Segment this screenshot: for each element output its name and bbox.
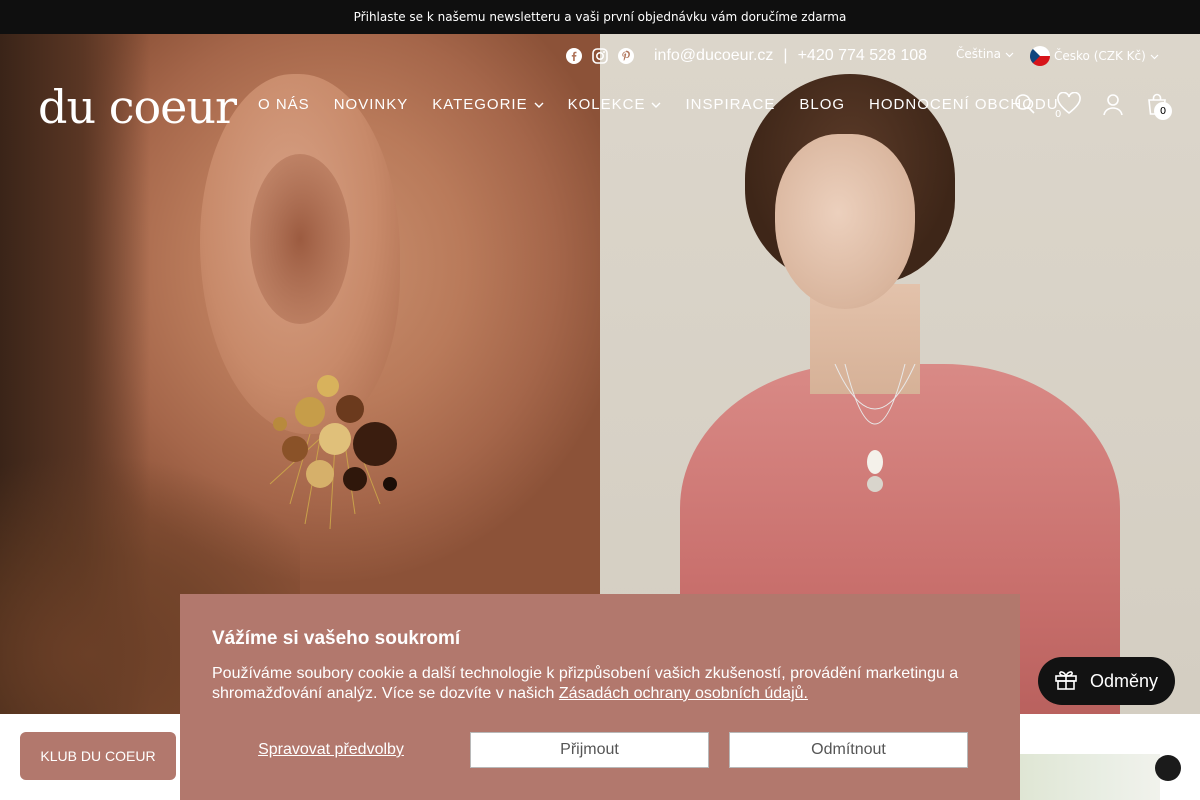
country-label: Česko (CZK Kč) <box>1054 49 1146 63</box>
cart-count: 0 <box>1154 102 1172 120</box>
nav-item-kategorie[interactable]: KATEGORIE <box>432 96 544 113</box>
contact-phone[interactable]: +420 774 528 108 <box>798 47 927 65</box>
main-navigation: O NÁS NOVINKY KATEGORIE KOLEKCE INSPIRAC… <box>258 96 1059 113</box>
nav-item-novinky[interactable]: NOVINKY <box>334 96 409 113</box>
instagram-icon[interactable] <box>592 48 608 64</box>
country-selector[interactable]: Česko (CZK Kč) <box>1030 46 1159 66</box>
announcement-text: Přihlaste se k našemu newsletteru a vaši… <box>353 10 847 24</box>
product-thumbnail <box>1020 754 1160 800</box>
chevron-down-icon <box>1150 49 1159 63</box>
reject-button[interactable]: Odmítnout <box>729 732 968 768</box>
rewards-button[interactable]: Odměny <box>1038 657 1175 705</box>
chat-launcher-icon[interactable] <box>1155 755 1181 781</box>
privacy-policy-link[interactable]: Zásadách ochrany osobních údajů. <box>559 685 808 702</box>
pinterest-icon[interactable] <box>618 48 634 64</box>
wishlist-count: 0 <box>1055 109 1062 120</box>
site-logo[interactable]: du coeur <box>38 80 237 134</box>
cookie-consent-banner: Vážíme si vašeho soukromí Používáme soub… <box>180 594 1020 800</box>
cart-bag-icon[interactable]: 0 <box>1144 90 1172 120</box>
language-label: Čeština <box>956 47 1002 61</box>
header-icons: 0 0 <box>1012 90 1172 120</box>
nav-item-inspirace[interactable]: INSPIRACE <box>685 96 775 113</box>
nav-item-o-nas[interactable]: O NÁS <box>258 96 310 113</box>
czech-flag-icon <box>1030 46 1050 66</box>
language-selector[interactable]: Čeština <box>956 47 1014 61</box>
contact-separator: | <box>783 47 788 64</box>
rewards-label: Odměny <box>1090 670 1159 691</box>
cookie-actions: Spravovat předvolby Přijmout Odmítnout <box>212 732 988 768</box>
chevron-down-icon <box>651 96 661 113</box>
cookie-title: Vážíme si vašeho soukromí <box>212 628 461 649</box>
necklace-illustration <box>834 364 916 492</box>
search-icon[interactable] <box>1012 90 1038 118</box>
accept-button[interactable]: Přijmout <box>470 732 709 768</box>
facebook-icon[interactable] <box>566 48 582 64</box>
contact-email[interactable]: info@ducoeur.cz <box>654 47 773 65</box>
earring-illustration <box>269 375 397 530</box>
announcement-bar: Přihlaste se k našemu newsletteru a vaši… <box>0 0 1200 34</box>
manage-preferences-link[interactable]: Spravovat předvolby <box>212 741 450 759</box>
gift-icon <box>1054 667 1078 696</box>
wishlist-heart-icon[interactable]: 0 <box>1055 90 1082 120</box>
chevron-down-icon <box>1005 47 1014 61</box>
chevron-down-icon <box>534 96 544 113</box>
cookie-text: Používáme soubory cookie a další technol… <box>212 665 959 702</box>
account-icon[interactable] <box>1100 90 1126 118</box>
club-button[interactable]: KLUB DU COEUR <box>20 732 176 780</box>
nav-item-blog[interactable]: BLOG <box>799 96 845 113</box>
contact-bar: info@ducoeur.cz | +420 774 528 108 <box>566 44 927 68</box>
nav-item-kolekce[interactable]: KOLEKCE <box>568 96 662 113</box>
